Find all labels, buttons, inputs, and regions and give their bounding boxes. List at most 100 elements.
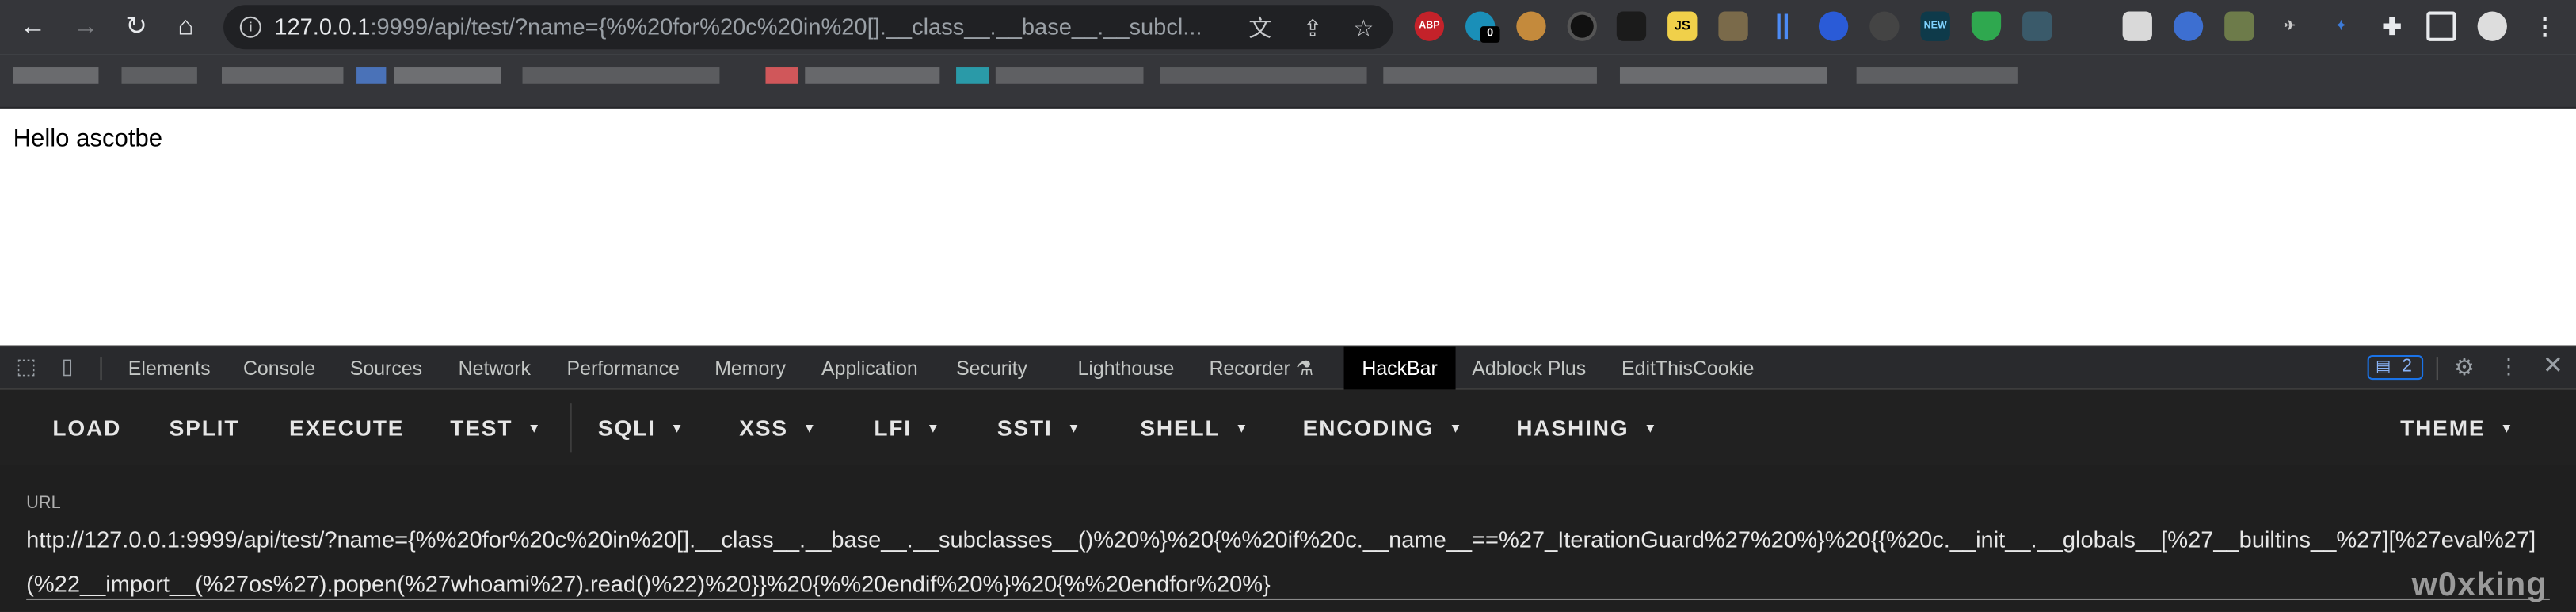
image-extension-icon[interactable]	[1718, 11, 1748, 41]
download-extension-icon[interactable]	[2173, 11, 2204, 41]
issues-badge[interactable]: ▤ 2	[2367, 354, 2424, 381]
close-devtools-icon[interactable]: ✕	[2541, 354, 2564, 378]
more-options-icon[interactable]: ⋮	[2497, 354, 2520, 378]
back-icon[interactable]: ←	[15, 10, 51, 46]
encoding-dropdown[interactable]: ENCODING ▼	[1303, 416, 1464, 441]
address-bar[interactable]: i 127.0.0.1:9999/api/test/?name={%%20for…	[223, 5, 1393, 50]
tab-security[interactable]: Security	[956, 347, 1027, 390]
hashing-dropdown-label: HASHING	[1516, 415, 1629, 441]
hackbar-menu: LOAD SPLIT EXECUTE TEST ▼ SQLI ▼ XSS ▼ LFI ▼…	[0, 389, 2576, 465]
settings-gear-icon[interactable]: ⚙	[2452, 355, 2475, 378]
green-shield-icon[interactable]	[1971, 11, 2002, 41]
tab-memory[interactable]: Memory	[714, 347, 786, 390]
extension-badge-count: 0	[1480, 26, 1500, 43]
tab-network[interactable]: Network	[459, 347, 531, 390]
bookmark-item[interactable]	[956, 67, 989, 84]
glasses-extension-icon[interactable]	[1869, 11, 1900, 41]
bookmark-item[interactable]	[121, 67, 197, 84]
bookmark-item[interactable]	[522, 67, 720, 84]
ip-extension-icon[interactable]	[2122, 11, 2152, 41]
reload-icon[interactable]: ↻	[118, 10, 154, 46]
bars-extension-icon[interactable]: ||	[1768, 12, 1797, 41]
sqli-dropdown[interactable]: SQLI ▼	[598, 416, 685, 441]
execute-button[interactable]: EXECUTE	[289, 416, 404, 441]
browser-window: ← → ↻ ⌂ i 127.0.0.1:9999/api/test/?name=…	[0, 0, 2576, 612]
tab-recorder[interactable]: Recorder ⚗	[1209, 347, 1313, 390]
circle-extension-icon[interactable]	[1567, 11, 1597, 41]
tab-hackbar[interactable]: HackBar	[1343, 346, 1456, 390]
share-icon[interactable]: ⇪	[1298, 13, 1327, 43]
tab-console[interactable]: Console	[243, 347, 315, 390]
translate-icon[interactable]: 文	[1245, 13, 1275, 43]
js-extension-icon[interactable]: JS	[1667, 11, 1698, 41]
test-dropdown[interactable]: TEST ▼	[450, 416, 542, 441]
split-button[interactable]: SPLIT	[170, 416, 240, 441]
site-info-icon[interactable]: i	[239, 16, 261, 38]
caret-down-icon: ▼	[527, 420, 543, 436]
plane-extension-icon[interactable]: ✈	[2275, 12, 2304, 41]
bookmark-item[interactable]	[1160, 67, 1367, 84]
browser-toolbar: ← → ↻ ⌂ i 127.0.0.1:9999/api/test/?name=…	[0, 0, 2576, 55]
xss-dropdown[interactable]: XSS ▼	[739, 416, 817, 441]
blue-extension-icon[interactable]: ✦	[2326, 12, 2356, 41]
extension-badge-icon[interactable]: 0	[1465, 11, 1500, 43]
bookmark-item[interactable]	[995, 67, 1144, 84]
url-input[interactable]: http://127.0.0.1:9999/api/test/?name={%%…	[26, 518, 2540, 606]
tab-elements[interactable]: Elements	[128, 347, 211, 390]
lfi-dropdown[interactable]: LFI ▼	[874, 416, 941, 441]
bookmark-item[interactable]	[765, 67, 798, 84]
tab-performance[interactable]: Performance	[567, 347, 680, 390]
bookmark-item[interactable]	[1856, 67, 2018, 84]
bookmarks-bar	[0, 54, 2576, 109]
ssti-dropdown[interactable]: SSTI ▼	[997, 416, 1082, 441]
hackbar-url-panel: URL http://127.0.0.1:9999/api/test/?name…	[0, 465, 2576, 612]
bookmark-item[interactable]	[13, 67, 99, 84]
shell-dropdown-label: SHELL	[1140, 415, 1221, 441]
side-panel-icon[interactable]	[2426, 11, 2456, 41]
bookmark-item[interactable]	[356, 67, 387, 84]
photo-extension-icon[interactable]	[2224, 11, 2254, 41]
device-toolbar-icon[interactable]: ▯	[56, 354, 79, 378]
ssti-dropdown-label: SSTI	[996, 415, 1053, 441]
dark-extension-icon[interactable]	[1616, 11, 1647, 41]
extensions-puzzle-icon[interactable]: ✚	[2377, 12, 2406, 41]
shell-dropdown[interactable]: SHELL ▼	[1140, 416, 1249, 441]
page-text: Hello ascotbe	[13, 124, 163, 153]
url-input-underline	[26, 598, 2550, 601]
forward-icon[interactable]: →	[67, 10, 104, 46]
tab-adblock-plus[interactable]: Adblock Plus	[1472, 347, 1586, 390]
load-button[interactable]: LOAD	[52, 416, 121, 441]
home-icon[interactable]: ⌂	[168, 10, 204, 46]
shield-extension-icon[interactable]	[1818, 11, 1849, 41]
adblock-plus-icon[interactable]: ABP	[1414, 11, 1445, 41]
divider	[100, 357, 102, 381]
new-extension-icon[interactable]: NEW	[1920, 11, 1950, 41]
xss-dropdown-label: XSS	[739, 415, 788, 441]
inspect-element-icon[interactable]: ⬚	[15, 354, 38, 378]
tab-sources[interactable]: Sources	[350, 347, 422, 390]
sqli-dropdown-label: SQLI	[597, 415, 656, 441]
caret-down-icon: ▼	[1235, 420, 1250, 436]
bookmark-item[interactable]	[1619, 67, 1827, 84]
tab-application[interactable]: Application	[821, 347, 918, 390]
caret-down-icon: ▼	[1067, 420, 1082, 436]
cookie-icon[interactable]	[1516, 11, 1546, 41]
bookmark-item[interactable]	[221, 67, 344, 84]
browser-menu-icon[interactable]: ⋮	[2530, 12, 2559, 41]
bookmark-item[interactable]	[394, 67, 501, 84]
bookmark-item[interactable]	[805, 67, 940, 84]
issues-count: 2	[2402, 357, 2412, 377]
message-icon: ▤	[2376, 358, 2391, 377]
tab-editthiscookie[interactable]: EditThisCookie	[1621, 347, 1754, 390]
devtools-tab-bar: ⬚ ▯ Elements Console Sources Network Per…	[0, 345, 2576, 390]
bookmark-item[interactable]	[1383, 67, 1597, 84]
profile-avatar[interactable]	[2477, 11, 2507, 41]
bookmark-star-icon[interactable]: ☆	[1349, 13, 1378, 43]
address-url[interactable]: 127.0.0.1:9999/api/test/?name={%%20for%2…	[274, 13, 1202, 40]
landscape-extension-icon[interactable]	[2022, 11, 2052, 41]
tab-lighthouse[interactable]: Lighthouse	[1078, 347, 1175, 390]
theme-dropdown[interactable]: THEME ▼	[2400, 416, 2514, 441]
hashing-dropdown[interactable]: HASHING ▼	[1516, 416, 1658, 441]
caret-down-icon: ▼	[1449, 420, 1464, 436]
theme-dropdown-label: THEME	[2400, 415, 2486, 441]
